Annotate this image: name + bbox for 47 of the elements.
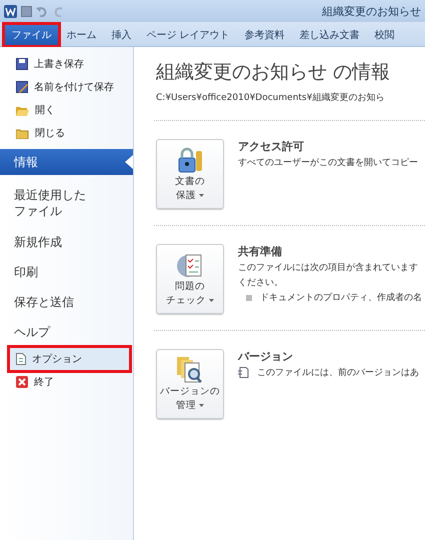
section-heading: 共有準備 [238, 244, 283, 259]
menu-item[interactable]: 上書き保存 [10, 53, 129, 75]
menu-item[interactable]: 終了 [10, 371, 129, 394]
menu-item[interactable]: 新規作成 [0, 230, 133, 254]
dropdown-button[interactable]: 問題の チェック [156, 244, 224, 314]
menu-item[interactable]: 開く [10, 99, 129, 121]
info-title: 組織変更のお知らせ の情報 [156, 60, 392, 85]
ribbon-tab[interactable]: ページ レイアウト [139, 24, 238, 46]
close-icon [16, 376, 28, 388]
description-text: ください。 [238, 277, 283, 289]
save-icon[interactable] [21, 6, 32, 16]
description-text: このファイルには次の項目が含まれています [238, 262, 418, 274]
document-version-icon [238, 367, 249, 378]
menu-item[interactable]: 情報 [0, 149, 133, 176]
menu-item[interactable]: 最近使用したファイル [0, 183, 133, 224]
ribbon-tab[interactable]: 校閲 [367, 24, 402, 46]
pointer-notch-icon [125, 155, 133, 170]
dropdown-button[interactable]: バージョンの 管理 [156, 349, 224, 419]
menu-item[interactable]: 閉じる [10, 122, 129, 144]
ribbon-tab[interactable]: 参考資料 [237, 24, 292, 46]
redo-icon[interactable] [54, 6, 65, 16]
description-text: すべてのユーザーがこの文書を開いてコピー [238, 156, 418, 169]
version-text: このファイルには、前のバージョンはあ [257, 366, 419, 379]
ribbon-tab[interactable]: 差し込み文書 [292, 24, 368, 46]
dropdown-button[interactable]: 文書の 保護 [156, 139, 224, 209]
ribbon-tab[interactable]: ファイル [4, 24, 59, 46]
word-logo-icon [4, 4, 17, 18]
section-heading: アクセス許可 [238, 139, 305, 154]
menu-item[interactable]: ヘルプ [0, 320, 133, 344]
folder-icon [16, 128, 29, 138]
floppy-pencil-icon [16, 81, 28, 93]
ribbon-tab[interactable]: 挿入 [104, 24, 139, 46]
dropdown-caret-icon [199, 404, 204, 407]
ribbon-tab[interactable]: ホーム [59, 24, 104, 46]
dropdown-caret-icon [199, 194, 204, 197]
bullet-icon [246, 294, 252, 300]
menu-item[interactable]: 名前を付けて保存 [10, 76, 129, 98]
dropdown-caret-icon [209, 298, 214, 302]
menu-item[interactable]: 印刷 [0, 260, 133, 284]
file-path: C:¥Users¥office2010¥Documents¥組織変更のお知ら [156, 92, 386, 104]
section-heading: バージョン [238, 349, 294, 364]
bullet-text: ドキュメントのプロパティ、作成者の名 [260, 291, 422, 304]
open-folder-icon [16, 104, 29, 116]
menu-item[interactable]: オプション [10, 348, 129, 370]
window-title: 組織変更のお知らせ [322, 4, 421, 18]
menu-item[interactable]: 保存と送信 [0, 290, 133, 314]
document-icon [16, 353, 26, 366]
